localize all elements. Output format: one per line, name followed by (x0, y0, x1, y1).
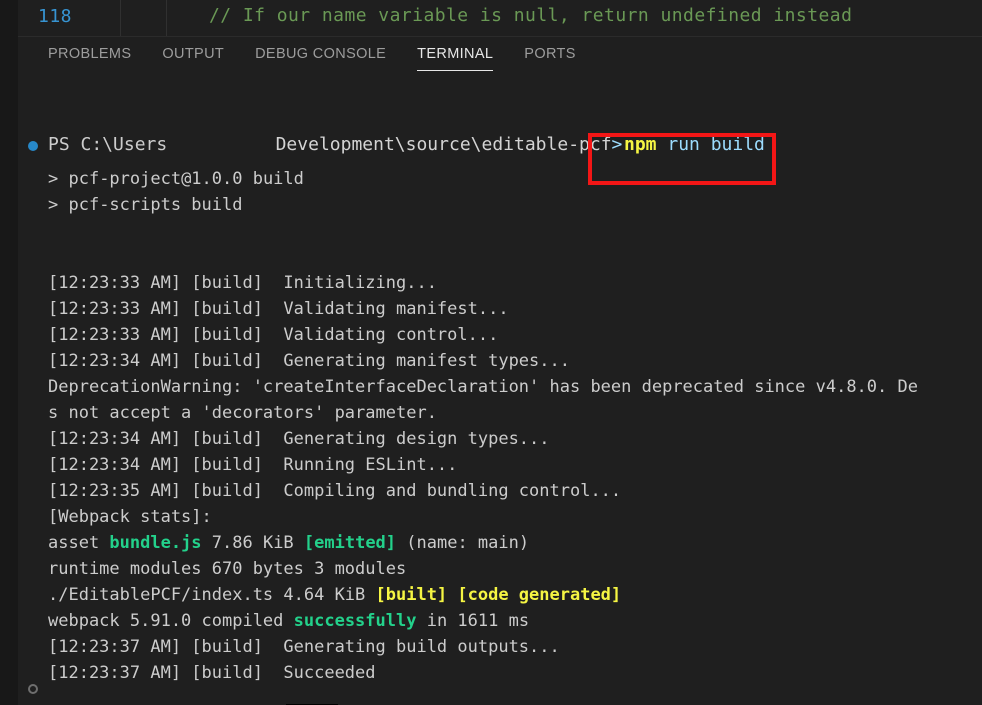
line-segment: ./EditablePCF/index.ts 4.64 KiB (48, 585, 376, 605)
panel-body: PROBLEMS OUTPUT DEBUG CONSOLE TERMINAL PORTS… (18, 36, 982, 705)
editor-code-comment: // If our name variable is null, return … (209, 5, 853, 26)
terminal-output[interactable]: PS C:\Users Development\source\editable-… (18, 74, 982, 705)
command-status-dot-running (28, 141, 38, 151)
panel-tab-bar: PROBLEMS OUTPUT DEBUG CONSOLE TERMINAL PORTS (18, 37, 982, 74)
line-segment: [built] [code generated] (375, 585, 622, 605)
terminal-line-blank-1 (18, 218, 982, 244)
terminal-line-webpack-compiled: webpack 5.91.0 compiled successfully in … (18, 608, 982, 634)
line-segment: [12:23:34 AM] [build] Generating manifes… (48, 351, 570, 371)
line-segment: s not accept a 'decorators' parameter. (48, 403, 437, 423)
command-arguments: run build (656, 134, 765, 155)
terminal-line-build-gen-design-types: [12:23:34 AM] [build] Generating design … (18, 426, 982, 452)
line-segment: [12:23:35 AM] [build] Compiling and bund… (48, 481, 622, 501)
line-segment: [12:23:33 AM] [build] Validating control… (48, 325, 499, 345)
line-segment: > (48, 169, 69, 189)
tab-terminal[interactable]: TERMINAL (417, 46, 494, 71)
line-segment: bundle.js (109, 533, 202, 553)
terminal-line-build-gen-outputs: [12:23:37 AM] [build] Generating build o… (18, 634, 982, 660)
tab-ports[interactable]: PORTS (524, 46, 575, 65)
tab-output[interactable]: OUTPUT (162, 46, 224, 65)
tab-problems[interactable]: PROBLEMS (48, 46, 131, 65)
terminal-line-build-validate-control: [12:23:33 AM] [build] Validating control… (18, 322, 982, 348)
tab-debug-console[interactable]: DEBUG CONSOLE (255, 46, 386, 65)
terminal-line-build-eslint: [12:23:34 AM] [build] Running ESLint... (18, 452, 982, 478)
terminal-line-webpack-asset: asset bundle.js 7.86 KiB [emitted] (name… (18, 530, 982, 556)
prompt-path: Development\source\editable-pcf (275, 134, 612, 155)
line-segment: asset (48, 533, 110, 553)
terminal-line-deprecation-warning-2: s not accept a 'decorators' parameter. (18, 400, 982, 426)
terminal-line-webpack-module: ./EditablePCF/index.ts 4.64 KiB [built] … (18, 582, 982, 608)
editor-left-rail (0, 0, 18, 36)
terminal-line-build-compiling: [12:23:35 AM] [build] Compiling and bund… (18, 478, 982, 504)
line-segment: [12:23:33 AM] [build] Validating manifes… (48, 299, 509, 319)
line-segment: (name: main) (396, 533, 530, 553)
terminal-line-deprecation-warning-1: DeprecationWarning: 'createInterfaceDecl… (18, 374, 982, 400)
terminal-log-lines: > pcf-project@1.0.0 build > pcf-scripts b… (18, 166, 982, 686)
gutter-divider-2 (166, 0, 167, 36)
panel-left-rail (0, 36, 18, 705)
vscode-window: 118 // If our name variable is null, ret… (0, 0, 982, 705)
line-segment: [12:23:33 AM] [build] Initializing... (48, 273, 437, 293)
prompt-gap (167, 134, 275, 155)
line-segment: DeprecationWarning: 'createInterfaceDecl… (48, 377, 918, 397)
line-segment: successfully (293, 611, 417, 631)
line-segment: [Webpack stats]: (48, 507, 212, 527)
editor-code-strip: 118 // If our name variable is null, ret… (0, 0, 982, 36)
terminal-line-npm-header-1: > pcf-project@1.0.0 build (18, 166, 982, 192)
line-segment: in 1611 ms (416, 611, 530, 631)
terminal-prompt-line-active: PS C:\Users Development\source\editable-… (18, 128, 982, 185)
prompt-chevron: > (611, 134, 623, 155)
line-segment: pcf-scripts build (68, 195, 243, 215)
command-executable: npm (624, 134, 657, 155)
line-segment: 7.86 KiB (201, 533, 304, 553)
line-segment: [emitted] (303, 533, 397, 553)
bottom-panel: PROBLEMS OUTPUT DEBUG CONSOLE TERMINAL PORTS… (0, 36, 982, 705)
terminal-line-build-gen-manifest-types: [12:23:34 AM] [build] Generating manifes… (18, 348, 982, 374)
terminal-line-webpack-runtime: runtime modules 670 bytes 3 modules (18, 556, 982, 582)
terminal-line-build-validate-manifest: [12:23:33 AM] [build] Validating manifes… (18, 296, 982, 322)
typed-command: npm run build (624, 128, 765, 162)
command-status-dot-idle (28, 684, 38, 694)
prompt-prefix: PS C:\Users (48, 134, 168, 155)
terminal-prompt-line-final[interactable]: PS C:\Users\\Development\source\editable… (18, 674, 716, 705)
line-segment: [12:23:37 AM] [build] Generating build o… (48, 637, 560, 657)
gutter-divider-1 (120, 0, 121, 36)
terminal-line-webpack-stats-header: [Webpack stats]: (18, 504, 982, 530)
line-segment: runtime modules 670 bytes 3 modules (48, 559, 407, 579)
terminal-line-blank-2 (18, 244, 982, 270)
line-segment: > (48, 195, 69, 215)
line-segment: [12:23:34 AM] [build] Running ESLint... (48, 455, 458, 475)
terminal-line-build-init: [12:23:33 AM] [build] Initializing... (18, 270, 982, 296)
prompt-path-text: PS C:\Users Development\source\editable-… (48, 128, 622, 162)
terminal-line-npm-header-2: > pcf-scripts build (18, 192, 982, 218)
editor-line-number: 118 (37, 6, 72, 27)
line-segment: [12:23:34 AM] [build] Generating design … (48, 429, 550, 449)
line-segment: pcf-project@1.0.0 build (68, 169, 304, 189)
line-segment: webpack 5.91.0 compiled (48, 611, 294, 631)
